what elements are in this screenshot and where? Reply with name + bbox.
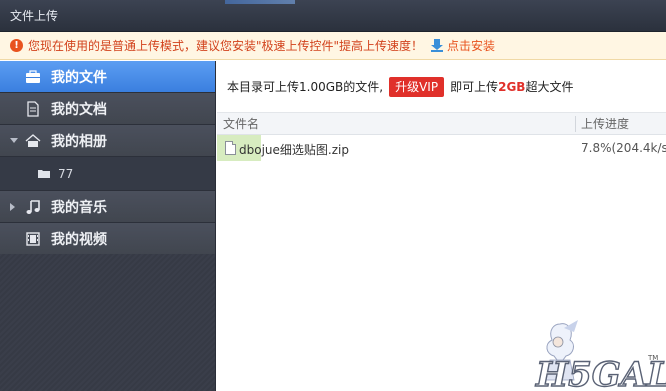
film-icon <box>26 231 40 246</box>
download-icon[interactable] <box>431 39 444 52</box>
vip-size: 2GB <box>498 79 526 94</box>
watermark-text: H5GAL <box>535 355 666 391</box>
sidebar-item-label: 我的文档 <box>51 101 107 118</box>
briefcase-icon <box>26 69 40 83</box>
column-header-name[interactable]: 文件名 <box>223 115 259 132</box>
chevron-down-icon[interactable] <box>10 138 18 143</box>
window-title: 文件上传 <box>10 9 59 23</box>
sidebar-item-label: 我的文件 <box>51 69 107 86</box>
notice-message: 您现在使用的是普通上传模式，建议您安装"极速上传控件"提高上传速度！ <box>28 39 424 53</box>
sidebar: 我的文件 我的文档 我的相册 77 我的音乐 我的视频 <box>0 61 216 391</box>
column-divider[interactable] <box>575 116 576 132</box>
sidebar-item-label: 我的相册 <box>51 133 107 150</box>
warning-icon: ! <box>10 39 23 52</box>
file-name: dbojue细选贴图.zip <box>239 143 349 157</box>
quota-text: 本目录可上传1.00GB的文件, <box>227 80 384 94</box>
upload-progress-text: 7.8%(204.4k/s <box>581 141 666 155</box>
photo-album-icon <box>25 133 41 147</box>
folder-icon <box>38 170 50 178</box>
sidebar-subitem-album-77[interactable]: 77 <box>0 157 215 191</box>
sidebar-item-my-videos[interactable]: 我的视频 <box>0 223 215 255</box>
sidebar-item-my-files[interactable]: 我的文件 <box>0 61 215 93</box>
sidebar-empty-area <box>0 254 215 391</box>
sidebar-item-label: 我的音乐 <box>51 199 107 216</box>
sidebar-subitem-label: 77 <box>58 166 74 181</box>
column-header-progress[interactable]: 上传进度 <box>581 115 629 132</box>
sidebar-item-my-documents[interactable]: 我的文档 <box>0 93 215 125</box>
window-titlebar: 文件上传 <box>0 0 666 32</box>
vip-text-after: 超大文件 <box>525 80 574 94</box>
watermark-tm: TM <box>647 354 658 362</box>
table-row[interactable]: dbojue细选贴图.zip 7.8%(204.4k/s <box>217 135 666 163</box>
file-list-header: 文件名 上传进度 <box>217 113 666 135</box>
vip-text-before: 即可上传 <box>450 80 499 94</box>
music-note-icon <box>26 199 40 214</box>
sidebar-item-my-albums[interactable]: 我的相册 <box>0 125 215 157</box>
install-plugin-link[interactable]: 点击安装 <box>447 37 495 54</box>
chevron-right-icon[interactable] <box>10 202 15 211</box>
file-icon <box>225 141 236 155</box>
document-icon <box>27 100 39 117</box>
upgrade-vip-button[interactable]: 升级VIP <box>389 76 445 97</box>
sidebar-item-label: 我的视频 <box>51 231 107 248</box>
upload-mode-notice: ! 您现在使用的是普通上传模式，建议您安装"极速上传控件"提高上传速度！ 点击安… <box>0 32 666 60</box>
sidebar-item-my-music[interactable]: 我的音乐 <box>0 191 215 223</box>
titlebar-highlight <box>225 0 295 4</box>
quota-bar: 本目录可上传1.00GB的文件, 升级VIP 即可上传 2GB 超大文件 <box>217 61 666 113</box>
h5gal-watermark-logo: H5GAL TM <box>534 320 666 391</box>
